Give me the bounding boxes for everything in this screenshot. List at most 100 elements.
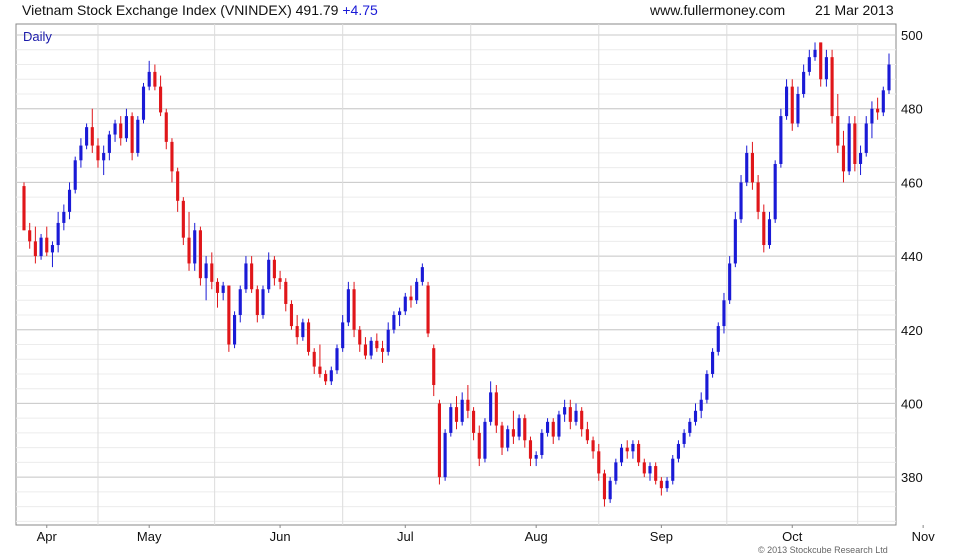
candle-body: [403, 296, 407, 312]
candle-body: [466, 399, 470, 411]
candle-down: [836, 93, 840, 153]
candle-body: [494, 392, 498, 426]
candle-body: [420, 267, 424, 282]
candle-body: [170, 141, 174, 172]
candle-up: [608, 477, 612, 503]
candle-up: [107, 130, 111, 161]
candle-body: [454, 407, 459, 422]
candle-body: [147, 71, 151, 87]
candle-body: [141, 86, 146, 120]
candle-down: [90, 108, 94, 153]
candle-down: [170, 138, 174, 183]
candle-up: [443, 429, 447, 481]
candle-body: [750, 152, 754, 183]
candle-up: [534, 451, 538, 467]
candle-up: [79, 138, 83, 168]
candle-up: [329, 366, 333, 386]
x-tick-label: May: [137, 529, 162, 544]
candle-up: [682, 429, 686, 448]
candle-down: [511, 410, 515, 444]
plot-frame: [15, 23, 897, 526]
candle-body: [847, 123, 851, 172]
y-tick-label: 500: [901, 28, 923, 43]
candle-body: [312, 351, 316, 367]
candle-up: [369, 337, 373, 360]
candle-up: [261, 285, 265, 319]
candle-down: [363, 337, 368, 360]
candle-up: [506, 425, 510, 452]
candle-body: [215, 281, 220, 293]
candle-body: [232, 315, 237, 345]
candle-down: [164, 108, 168, 150]
candle-body: [415, 281, 419, 301]
candle-body: [733, 219, 737, 264]
candle-body: [210, 263, 214, 282]
candle-body: [528, 440, 533, 459]
candle-up: [699, 392, 703, 419]
copyright-notice: © 2013 Stockcube Research Ltd: [758, 545, 888, 555]
candle-body: [631, 443, 635, 452]
candle-body: [67, 189, 72, 212]
candle-body: [659, 480, 663, 489]
candle-body: [767, 219, 772, 246]
candle-down: [654, 462, 658, 485]
candle-body: [113, 123, 117, 135]
candle-down: [580, 407, 584, 437]
candle-body: [324, 373, 328, 382]
candle-up: [232, 311, 237, 349]
x-tick-label: Aug: [525, 529, 548, 544]
candle-up: [420, 263, 424, 286]
candle-up: [193, 222, 197, 271]
candle-body: [682, 432, 686, 444]
candle-body: [602, 473, 607, 500]
candle-body: [716, 326, 720, 352]
candle-up: [796, 86, 800, 128]
candle-down: [312, 348, 316, 374]
candle-up: [39, 233, 43, 260]
candle-up: [244, 256, 248, 293]
candle-body: [198, 230, 202, 279]
candle-body: [858, 152, 863, 164]
candle-down: [426, 281, 430, 338]
candle-body: [409, 296, 413, 301]
candle-up: [540, 429, 544, 459]
candle-body: [523, 418, 527, 441]
candle-up: [711, 348, 715, 378]
candle-body: [506, 429, 510, 448]
candle-body: [568, 407, 572, 422]
candle-body: [864, 123, 868, 153]
candle-down: [375, 333, 379, 352]
candle-up: [341, 315, 345, 352]
candle-body: [574, 410, 578, 422]
candlestick-chart: 380 400 420 440 460 480 500 Apr May Jun Jul Aug Sep…: [15, 23, 935, 544]
candle-body: [164, 112, 168, 142]
candle-body: [119, 123, 123, 139]
candle-up: [807, 49, 811, 76]
candle-body: [284, 281, 288, 304]
candle-body: [90, 127, 94, 146]
candle-up: [483, 418, 487, 463]
candle-up: [403, 292, 407, 316]
candle-body: [136, 119, 140, 153]
candle-down: [409, 285, 413, 308]
candle-down: [33, 226, 37, 264]
y-tick-label: 420: [901, 323, 923, 338]
candle-down: [523, 414, 527, 448]
candle-body: [551, 421, 555, 437]
candle-down: [472, 407, 476, 441]
candle-body: [301, 322, 305, 338]
candle-body: [756, 182, 760, 212]
candle-down: [528, 436, 533, 467]
candle-body: [813, 49, 817, 58]
candle-up: [335, 344, 339, 374]
candle-body: [193, 230, 197, 264]
candle-body: [358, 329, 362, 345]
x-axis-labels: AprMayJunJulAugSepOctNovDec2013FebMar: [37, 525, 935, 544]
candle-body: [79, 145, 83, 161]
candle-down: [318, 344, 322, 378]
candle-body: [432, 348, 436, 386]
candle-up: [802, 64, 806, 98]
candle-body: [255, 289, 259, 316]
candle-up: [870, 101, 874, 139]
period-label: Daily: [23, 29, 52, 44]
